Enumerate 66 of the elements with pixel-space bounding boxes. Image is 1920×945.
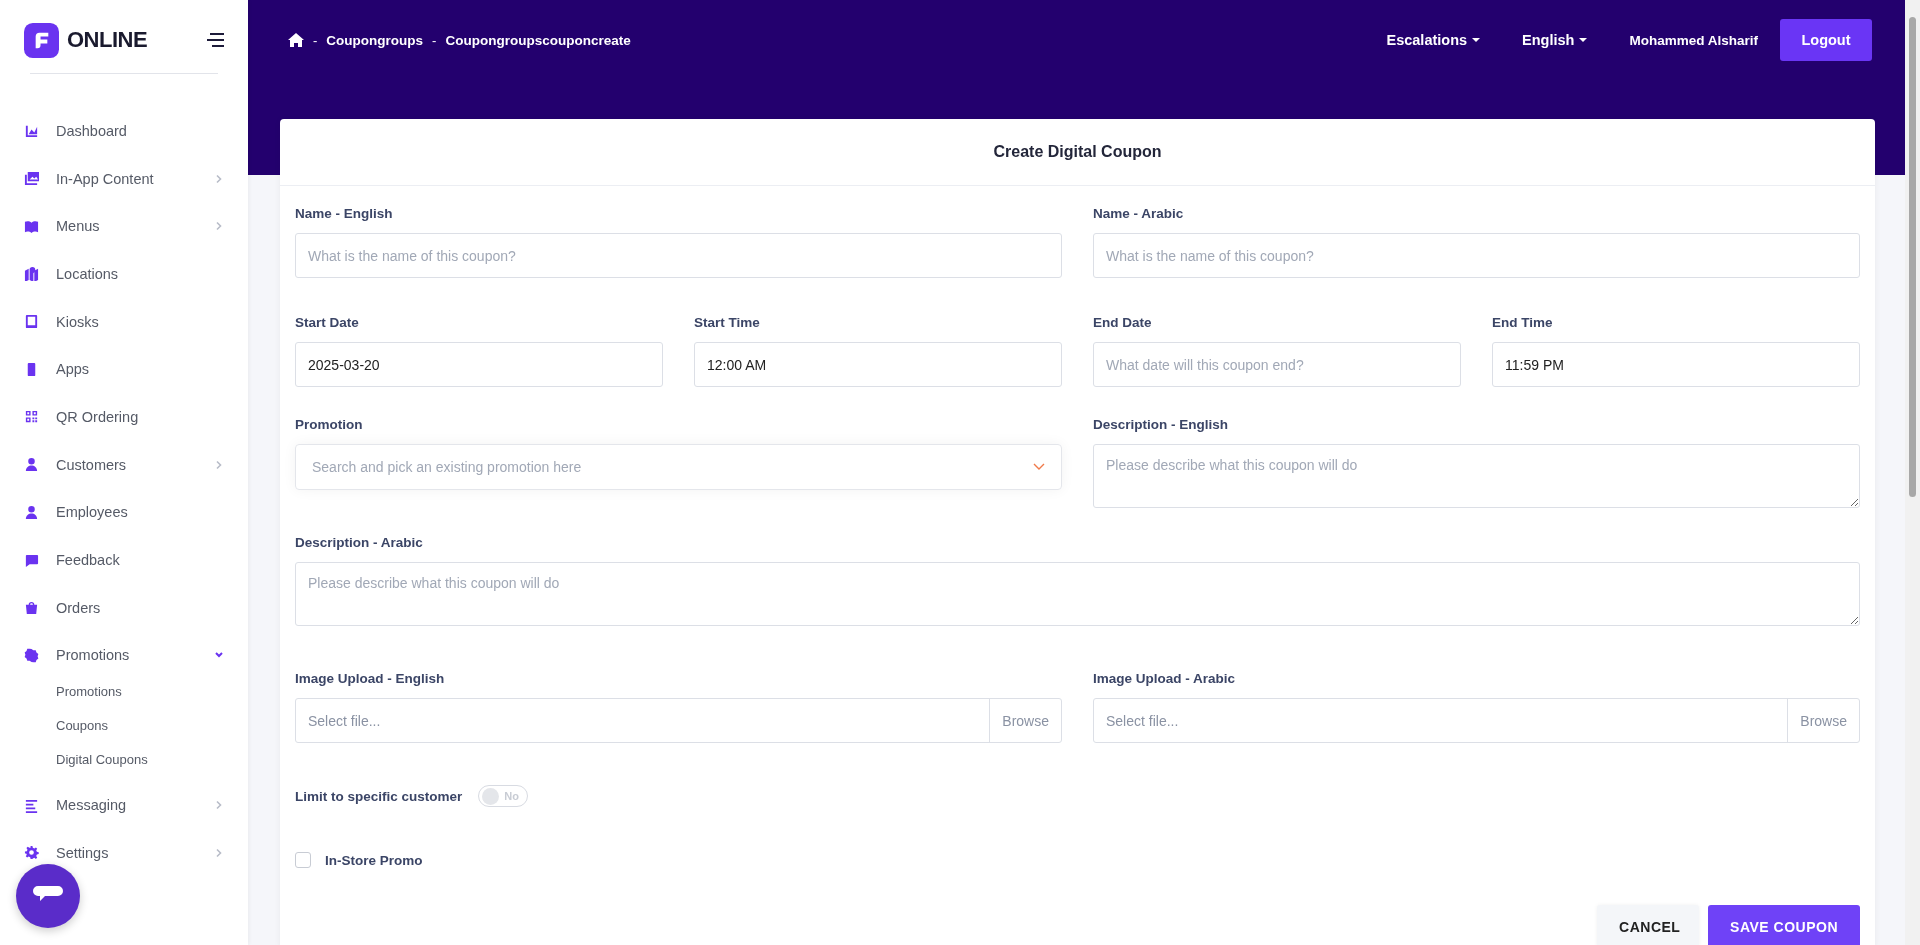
input-field[interactable]: 2025-03-20: [295, 342, 663, 387]
speech-bubble-icon: [24, 552, 39, 568]
home-icon[interactable]: [288, 33, 304, 47]
dropdown-menu[interactable]: Escalations: [1386, 32, 1481, 48]
images-icon: [24, 171, 39, 187]
bag-icon: [24, 600, 39, 616]
field-label: Limit to specific customer: [295, 788, 463, 804]
input-field[interactable]: What date will this coupon end?: [1093, 342, 1461, 387]
input-field[interactable]: What is the name of this coupon?: [295, 233, 1062, 278]
gear-icon: [24, 845, 39, 861]
user-icon: [24, 504, 39, 520]
dropdown-menu[interactable]: English: [1522, 32, 1588, 48]
chart-icon: [24, 123, 39, 139]
scrollbar[interactable]: [1905, 0, 1920, 945]
sidebar-item[interactable]: Apps: [0, 345, 248, 394]
sidebar-item[interactable]: Messaging: [0, 781, 248, 829]
field-label: Name - Arabic: [1093, 206, 1185, 221]
breadcrumb-separator: -: [432, 32, 437, 48]
sidebar-item[interactable]: Customers: [0, 440, 248, 489]
card-title: Create Digital Coupon: [280, 119, 1875, 186]
submenu-item[interactable]: Coupons: [0, 709, 248, 744]
field-label: Description - English: [1093, 417, 1229, 432]
input-field[interactable]: 12:00 AM: [694, 342, 1062, 387]
sidebar-item[interactable]: Feedback: [0, 536, 248, 584]
field-label: End Time: [1492, 315, 1554, 330]
input-field[interactable]: What is the name of this coupon?: [1093, 233, 1860, 278]
checkbox[interactable]: [295, 852, 311, 868]
save-button[interactable]: SAVE COUPON: [1708, 905, 1860, 945]
sidebar-item[interactable]: In-App Content: [0, 154, 248, 203]
text-area[interactable]: Please describe what this coupon will do: [295, 562, 1860, 626]
field-label: Name - English: [295, 206, 394, 221]
tablet-icon: [24, 314, 39, 330]
logout-button[interactable]: Logout: [1780, 19, 1872, 61]
field-label: Start Date: [295, 315, 360, 330]
sidebar-item[interactable]: Employees: [0, 488, 248, 537]
cancel-button[interactable]: CANCEL: [1597, 905, 1700, 945]
breadcrumb-separator: -: [313, 32, 318, 48]
sidebar-item[interactable]: Locations: [0, 250, 248, 298]
sidebar-item[interactable]: QR Ordering: [0, 393, 248, 441]
logo-icon: [24, 22, 59, 58]
checkbox-label: In-Store Promo: [325, 852, 423, 868]
sidebar-item[interactable]: Kiosks: [0, 297, 248, 346]
field-label: Promotion: [295, 417, 364, 432]
breadcrumb-link[interactable]: Coupongroupscouponcreate: [445, 32, 631, 48]
brand-name: ONLINE: [67, 27, 148, 53]
user-icon: [24, 457, 39, 473]
field-label: Start Time: [694, 315, 761, 330]
user-name: Mohammed Alsharif: [1629, 32, 1758, 48]
breadcrumb-link[interactable]: Coupongroups: [326, 32, 424, 48]
book-icon: [24, 218, 39, 234]
sidebar-item[interactable]: Menus: [0, 202, 248, 251]
field-label: Image Upload - Arabic: [1093, 671, 1237, 686]
qr-code-icon: [24, 409, 39, 425]
sidebar-item[interactable]: Settings: [0, 828, 248, 877]
field-label: Description - Arabic: [295, 535, 424, 550]
text-area[interactable]: Please describe what this coupon will do: [1093, 444, 1860, 508]
chat-button[interactable]: [16, 864, 80, 928]
sidebar-item[interactable]: Orders: [0, 583, 248, 632]
menu-icon[interactable]: [206, 33, 224, 47]
submenu-item[interactable]: Digital Coupons: [0, 743, 248, 778]
chevron-down-icon: [1033, 463, 1045, 471]
sidebar-item[interactable]: Dashboard: [0, 107, 248, 155]
field-label: Image Upload - English: [295, 671, 446, 686]
field-label: End Date: [1093, 315, 1153, 330]
lines-icon: [24, 797, 39, 813]
input-field[interactable]: 11:59 PM: [1492, 342, 1860, 387]
